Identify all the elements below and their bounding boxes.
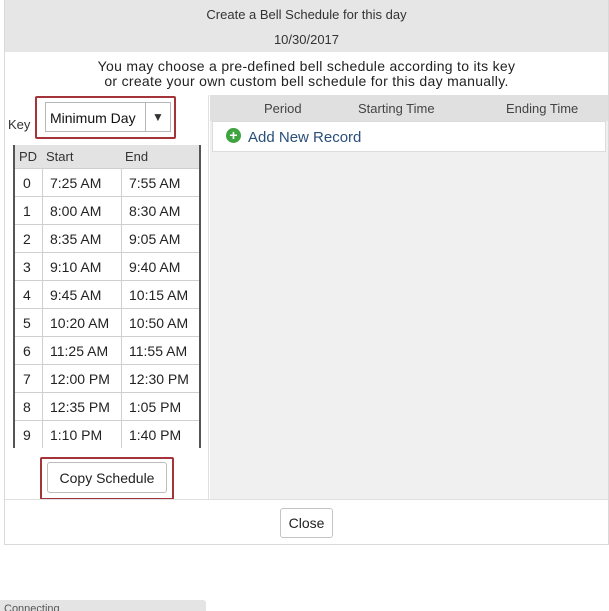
row-pd: 2: [23, 231, 31, 247]
row-start: 8:00 AM: [50, 203, 102, 219]
table-row: 1 8:00 AM 8:30 AM: [15, 196, 199, 224]
custom-records-panel: Period Starting Time Ending Time + Add N…: [210, 95, 608, 499]
row-pd: 4: [23, 287, 31, 303]
dialog-header: Create a Bell Schedule for this day 10/3…: [5, 0, 608, 52]
instructions-line-1: You may choose a pre-defined bell schedu…: [97, 58, 516, 74]
table-row: 0 7:25 AM 7:55 AM: [15, 168, 199, 196]
row-start: 11:25 AM: [50, 343, 109, 359]
status-bar: Connecting: [0, 600, 206, 611]
close-button[interactable]: Close: [280, 508, 333, 538]
row-start: 8:35 AM: [50, 231, 102, 247]
header-start: Start: [46, 149, 74, 164]
row-start: 12:35 PM: [50, 399, 110, 415]
header-period: Period: [264, 101, 302, 116]
table-row: 4 9:45 AM 10:15 AM: [15, 280, 199, 308]
table-row: 2 8:35 AM 9:05 AM: [15, 224, 199, 252]
bell-schedule-table: PD Start End 0 7:25 AM 7:55 AM 1 8:00 AM 8:30…: [13, 145, 201, 448]
row-pd: 3: [23, 259, 31, 275]
row-end: 7:55 AM: [129, 175, 181, 191]
header-end: End: [125, 149, 149, 164]
row-pd: 0: [23, 175, 31, 191]
copy-schedule-button[interactable]: Copy Schedule: [47, 462, 167, 493]
row-pd: 6: [23, 343, 31, 359]
row-end: 9:05 AM: [129, 231, 181, 247]
row-start: 7:25 AM: [50, 175, 102, 191]
row-end: 8:30 AM: [129, 203, 181, 219]
table-row: 8 12:35 PM 1:05 PM: [15, 392, 199, 420]
row-end: 9:40 AM: [129, 259, 181, 275]
row-start: 12:00 PM: [50, 371, 110, 387]
row-start: 9:10 AM: [50, 259, 102, 275]
key-select[interactable]: Minimum Day ▼: [45, 102, 171, 132]
row-pd: 1: [23, 203, 31, 219]
instructions-line-2: or create your own custom bell schedule …: [104, 73, 509, 89]
instructions: You may choose a pre-defined bell schedu…: [5, 59, 608, 89]
row-pd: 8: [23, 399, 31, 415]
header-starting-time: Starting Time: [358, 101, 435, 116]
table-row: 7 12:00 PM 12:30 PM: [15, 364, 199, 392]
row-start: 9:45 AM: [50, 287, 102, 303]
add-new-record-link[interactable]: Add New Record: [248, 129, 361, 146]
row-end: 12:30 PM: [129, 371, 189, 387]
add-new-record-row[interactable]: + Add New Record: [212, 121, 606, 152]
header-ending-time: Ending Time: [506, 101, 579, 116]
bell-schedule-dialog: Create a Bell Schedule for this day 10/3…: [4, 0, 609, 545]
bell-table-header: PD Start End: [15, 145, 199, 168]
header-pd: PD: [19, 149, 38, 164]
table-row: 6 11:25 AM 11:55 AM: [15, 336, 199, 364]
dialog-title: Create a Bell Schedule for this day: [206, 7, 407, 22]
row-pd: 9: [23, 427, 31, 443]
key-label: Key: [8, 117, 31, 132]
row-start: 1:10 PM: [50, 427, 103, 443]
triangle-down-icon[interactable]: ▼: [145, 103, 170, 131]
row-end: 11:55 AM: [129, 343, 188, 359]
row-end: 1:40 PM: [129, 427, 182, 443]
row-end: 10:15 AM: [129, 287, 189, 303]
table-row: 9 1:10 PM 1:40 PM: [15, 420, 199, 448]
status-text: Connecting: [4, 603, 60, 611]
row-start: 10:20 AM: [50, 315, 110, 331]
key-select-value: Minimum Day: [50, 110, 136, 126]
table-row: 5 10:20 AM 10:50 AM: [15, 308, 199, 336]
plus-circle-icon[interactable]: +: [226, 128, 241, 143]
predefined-schedule-panel: Key Minimum Day ▼ PD Start End 0 7:25 AM 7…: [5, 95, 209, 500]
row-pd: 7: [23, 371, 31, 387]
footer-divider: [5, 499, 608, 500]
table-row: 3 9:10 AM 9:40 AM: [15, 252, 199, 280]
records-header: Period Starting Time Ending Time: [210, 95, 608, 121]
row-pd: 5: [23, 315, 31, 331]
row-end: 1:05 PM: [129, 399, 182, 415]
schedule-date: 10/30/2017: [273, 32, 340, 47]
row-end: 10:50 AM: [129, 315, 189, 331]
